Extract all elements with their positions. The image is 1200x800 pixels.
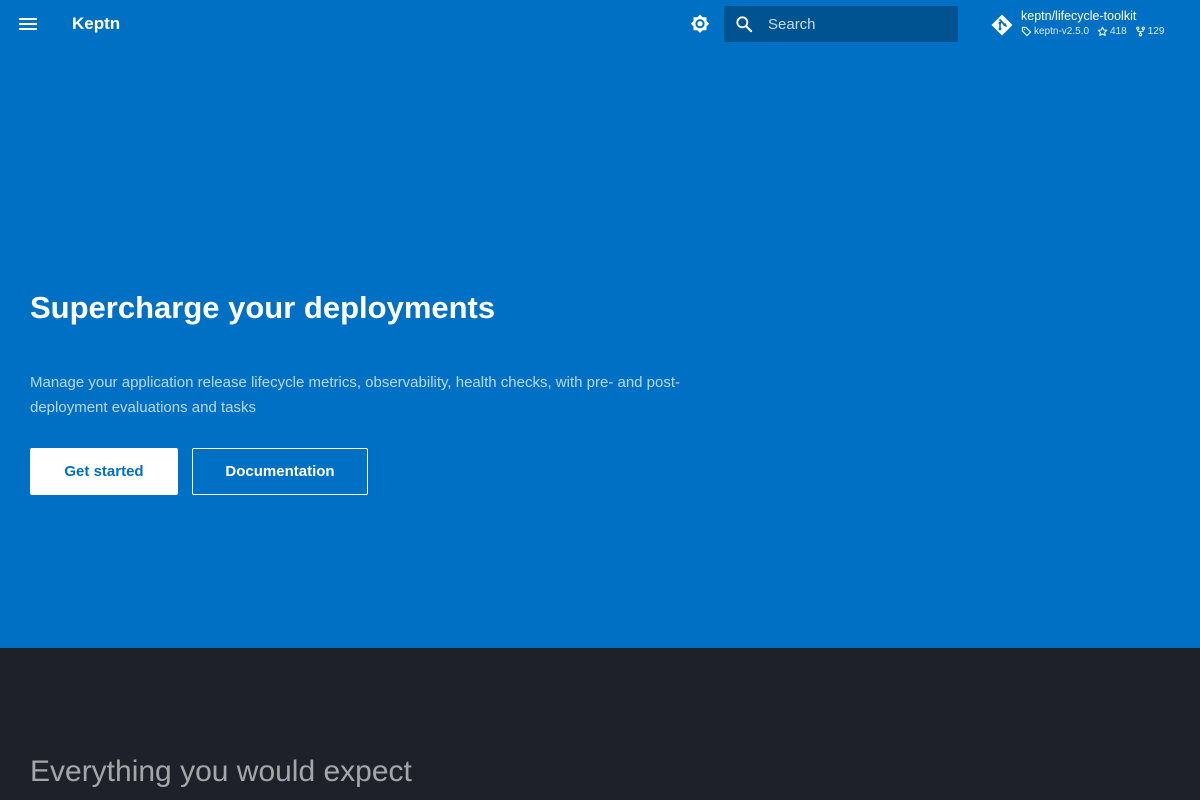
repository-forks: 129: [1135, 26, 1165, 37]
search-input[interactable]: [768, 6, 954, 42]
brightness-icon: [690, 14, 710, 33]
star-icon: [1097, 26, 1108, 36]
site-header: Keptn keptn/lifecycle-toolkit: [0, 0, 1200, 48]
get-started-button[interactable]: Get started: [30, 448, 178, 495]
features-title: Everything you would expect: [30, 755, 412, 788]
repository-link[interactable]: keptn/lifecycle-toolkit keptn-v2.5.0 418: [988, 6, 1188, 42]
menu-icon: [19, 18, 37, 30]
repository-stars-count: 418: [1110, 26, 1127, 37]
search-box[interactable]: [724, 6, 958, 42]
hero-description: Manage your application release lifecycl…: [30, 374, 681, 416]
menu-button[interactable]: [16, 12, 40, 36]
repository-stars: 418: [1097, 26, 1127, 37]
repository-version: keptn-v2.5.0: [1021, 26, 1089, 37]
theme-toggle-button[interactable]: [688, 12, 712, 36]
tag-icon: [1021, 26, 1032, 37]
documentation-button[interactable]: Documentation: [192, 448, 368, 495]
site-title[interactable]: Keptn: [72, 14, 120, 34]
hero-section: Supercharge your deployments Manage your…: [0, 48, 1200, 648]
repository-facts: keptn-v2.5.0 418 129: [1021, 26, 1172, 37]
git-icon: [991, 14, 1013, 36]
repository-forks-count: 129: [1147, 26, 1165, 37]
hero-title: Supercharge your deployments: [30, 290, 496, 325]
repository-version-label: keptn-v2.5.0: [1034, 26, 1090, 37]
repository-name: keptn/lifecycle-toolkit: [1021, 9, 1137, 23]
search-icon: [736, 16, 753, 33]
fork-icon: [1135, 26, 1145, 37]
